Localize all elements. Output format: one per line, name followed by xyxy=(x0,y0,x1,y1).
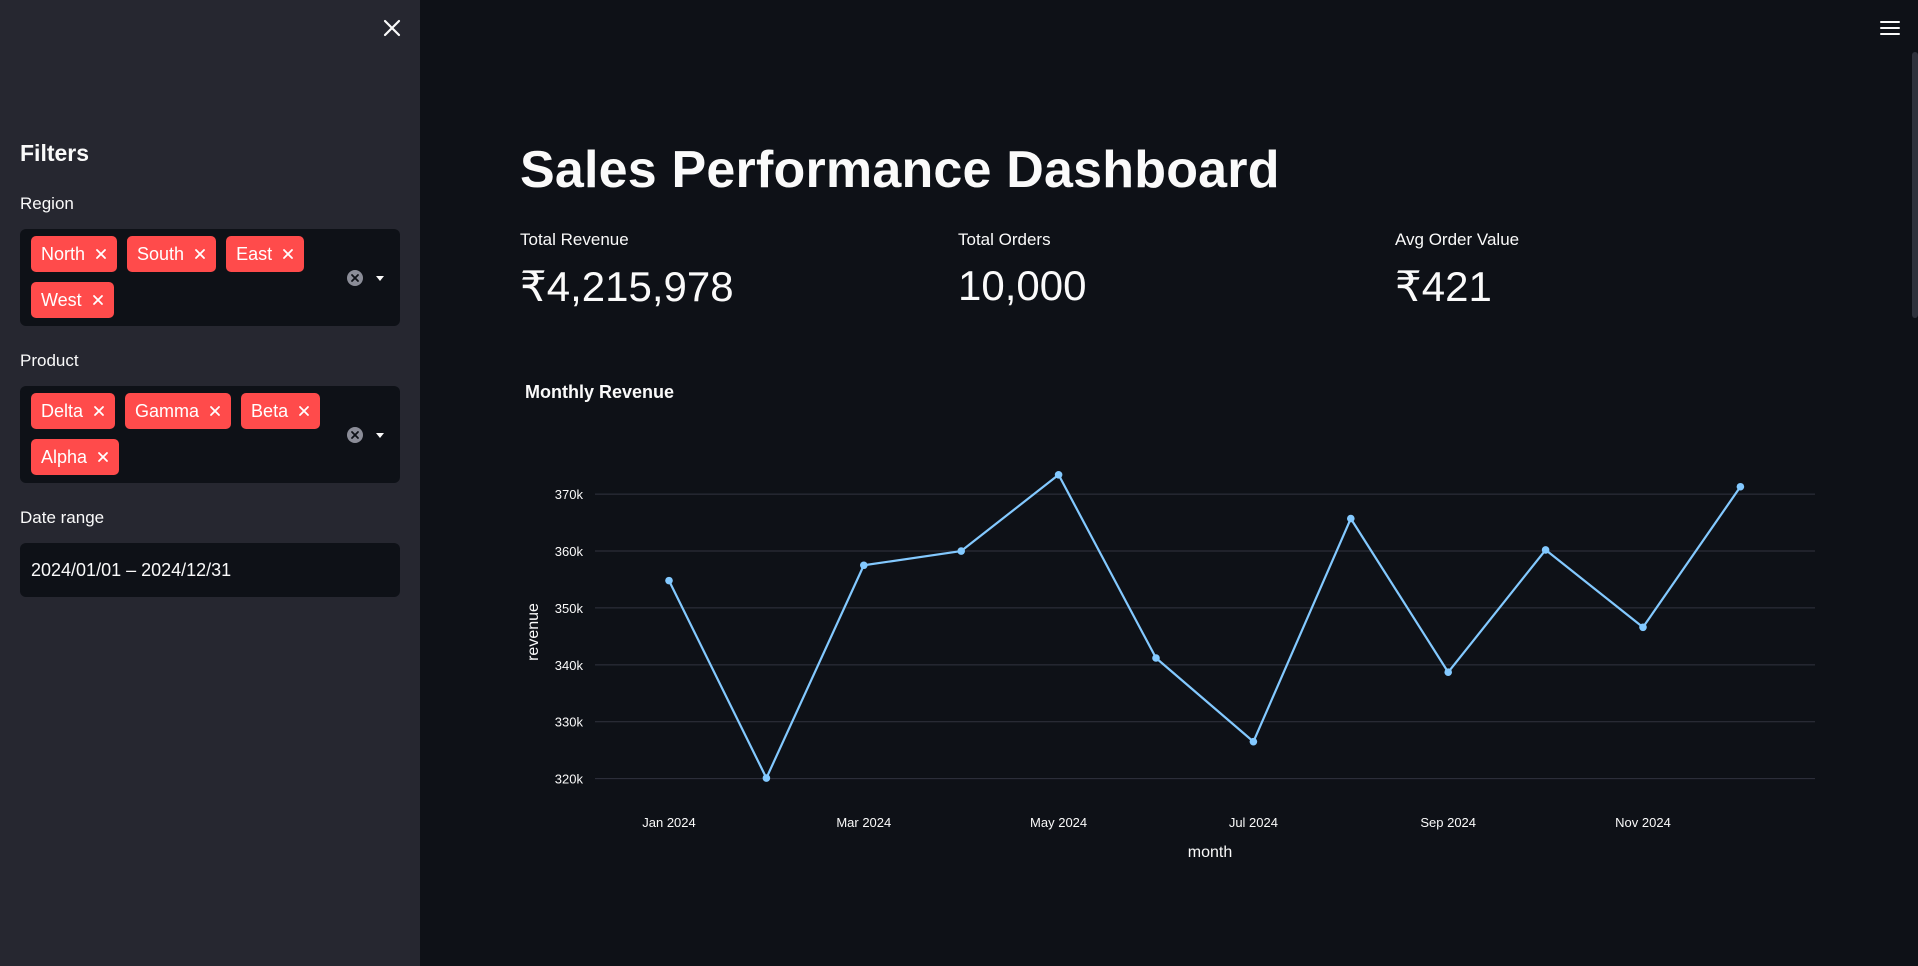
clear-all-icon[interactable] xyxy=(346,426,364,444)
data-point xyxy=(860,561,868,570)
filter-chip[interactable]: North xyxy=(31,236,118,272)
filter-chip[interactable]: Alpha xyxy=(31,439,120,475)
x-tick-label: May 2024 xyxy=(1030,815,1087,830)
close-icon[interactable] xyxy=(380,16,404,40)
data-point xyxy=(1444,668,1452,677)
chip-remove-icon[interactable] xyxy=(97,451,109,463)
y-tick-label: 360k xyxy=(555,544,584,559)
data-point xyxy=(1347,514,1355,523)
y-axis-label: revenue xyxy=(525,603,542,661)
chevron-down-icon[interactable] xyxy=(374,429,386,441)
chip-label: Gamma xyxy=(135,400,200,421)
y-tick-label: 370k xyxy=(555,487,584,502)
chip-label: Delta xyxy=(41,400,84,421)
metric-total-revenue: Total Revenue ₹4,215,978 xyxy=(520,230,734,311)
sidebar: Filters Region North South East West Produc… xyxy=(0,0,420,966)
product-label: Product xyxy=(20,351,79,370)
sidebar-heading: Filters xyxy=(20,140,90,166)
chip-label: Beta xyxy=(251,400,289,421)
metric-label: Total Orders xyxy=(958,230,1051,249)
data-point xyxy=(1736,482,1745,491)
filter-chip[interactable]: West xyxy=(31,282,114,318)
date-range-label: Date range xyxy=(20,508,105,527)
metric-label: Avg Order Value xyxy=(1395,230,1520,249)
product-chips: Delta Gamma Beta Alpha xyxy=(31,393,331,475)
filter-chip[interactable]: Gamma xyxy=(125,393,232,429)
x-tick-label: Jan 2024 xyxy=(642,815,696,830)
data-point xyxy=(1054,470,1063,479)
product-multiselect[interactable]: Delta Gamma Beta Alpha xyxy=(20,386,400,483)
chip-label: North xyxy=(41,243,86,264)
hamburger-menu-icon[interactable] xyxy=(1879,18,1901,38)
data-point xyxy=(665,576,673,585)
chip-remove-icon[interactable] xyxy=(298,405,310,417)
chevron-down-icon[interactable] xyxy=(374,272,386,284)
region-chips: North South East West xyxy=(31,236,331,318)
chip-remove-icon[interactable] xyxy=(92,294,104,306)
chip-remove-icon[interactable] xyxy=(95,248,107,260)
chip-remove-icon[interactable] xyxy=(93,405,105,417)
date-range-input[interactable] xyxy=(20,543,400,597)
y-tick-label: 320k xyxy=(555,772,584,787)
data-point xyxy=(1639,623,1647,632)
x-tick-label: Mar 2024 xyxy=(836,815,891,830)
metric-label: Total Revenue xyxy=(520,230,629,249)
data-point xyxy=(1541,546,1550,554)
metric-value: ₹4,215,978 xyxy=(520,263,734,310)
chart-title: Monthly Revenue xyxy=(525,382,675,402)
data-point xyxy=(1152,654,1160,662)
region-label: Region xyxy=(20,194,74,213)
scrollbar[interactable] xyxy=(1912,52,1918,318)
data-point xyxy=(1249,737,1258,746)
y-tick-label: 330k xyxy=(555,715,584,730)
data-point xyxy=(762,774,771,782)
filter-chip[interactable]: East xyxy=(226,236,305,272)
revenue-line xyxy=(668,473,1742,780)
x-tick-label: Nov 2024 xyxy=(1615,815,1671,830)
chip-label: South xyxy=(137,243,185,264)
metric-avg-order-value: Avg Order Value ₹421 xyxy=(1395,230,1519,311)
page-title: Sales Performance Dashboard xyxy=(520,141,1280,199)
filter-chip[interactable]: Delta xyxy=(31,393,116,429)
x-tick-label: Jul 2024 xyxy=(1229,815,1278,830)
chip-remove-icon[interactable] xyxy=(282,248,294,260)
metric-value: ₹421 xyxy=(1395,263,1492,310)
filter-chip[interactable]: South xyxy=(127,236,217,272)
filter-chip[interactable]: Beta xyxy=(241,393,321,429)
metric-total-orders: Total Orders 10,000 xyxy=(958,230,1086,310)
region-multiselect[interactable]: North South East West xyxy=(20,229,400,326)
y-tick-label: 340k xyxy=(555,658,584,673)
y-tick-label: 350k xyxy=(555,601,584,616)
chip-remove-icon[interactable] xyxy=(194,248,206,260)
metric-value: 10,000 xyxy=(958,262,1087,309)
chip-label: Alpha xyxy=(41,446,88,467)
chip-label: East xyxy=(236,243,273,264)
chip-remove-icon[interactable] xyxy=(209,405,221,417)
clear-all-icon[interactable] xyxy=(346,269,364,287)
x-tick-label: Sep 2024 xyxy=(1420,815,1476,830)
monthly-revenue-chart: 320k 330k 340k 350k 360k 370k Jan 2024 Mar 2024… xyxy=(525,470,1815,861)
data-point xyxy=(957,547,965,555)
x-axis-label: month xyxy=(1188,844,1232,861)
chip-label: West xyxy=(41,289,82,310)
